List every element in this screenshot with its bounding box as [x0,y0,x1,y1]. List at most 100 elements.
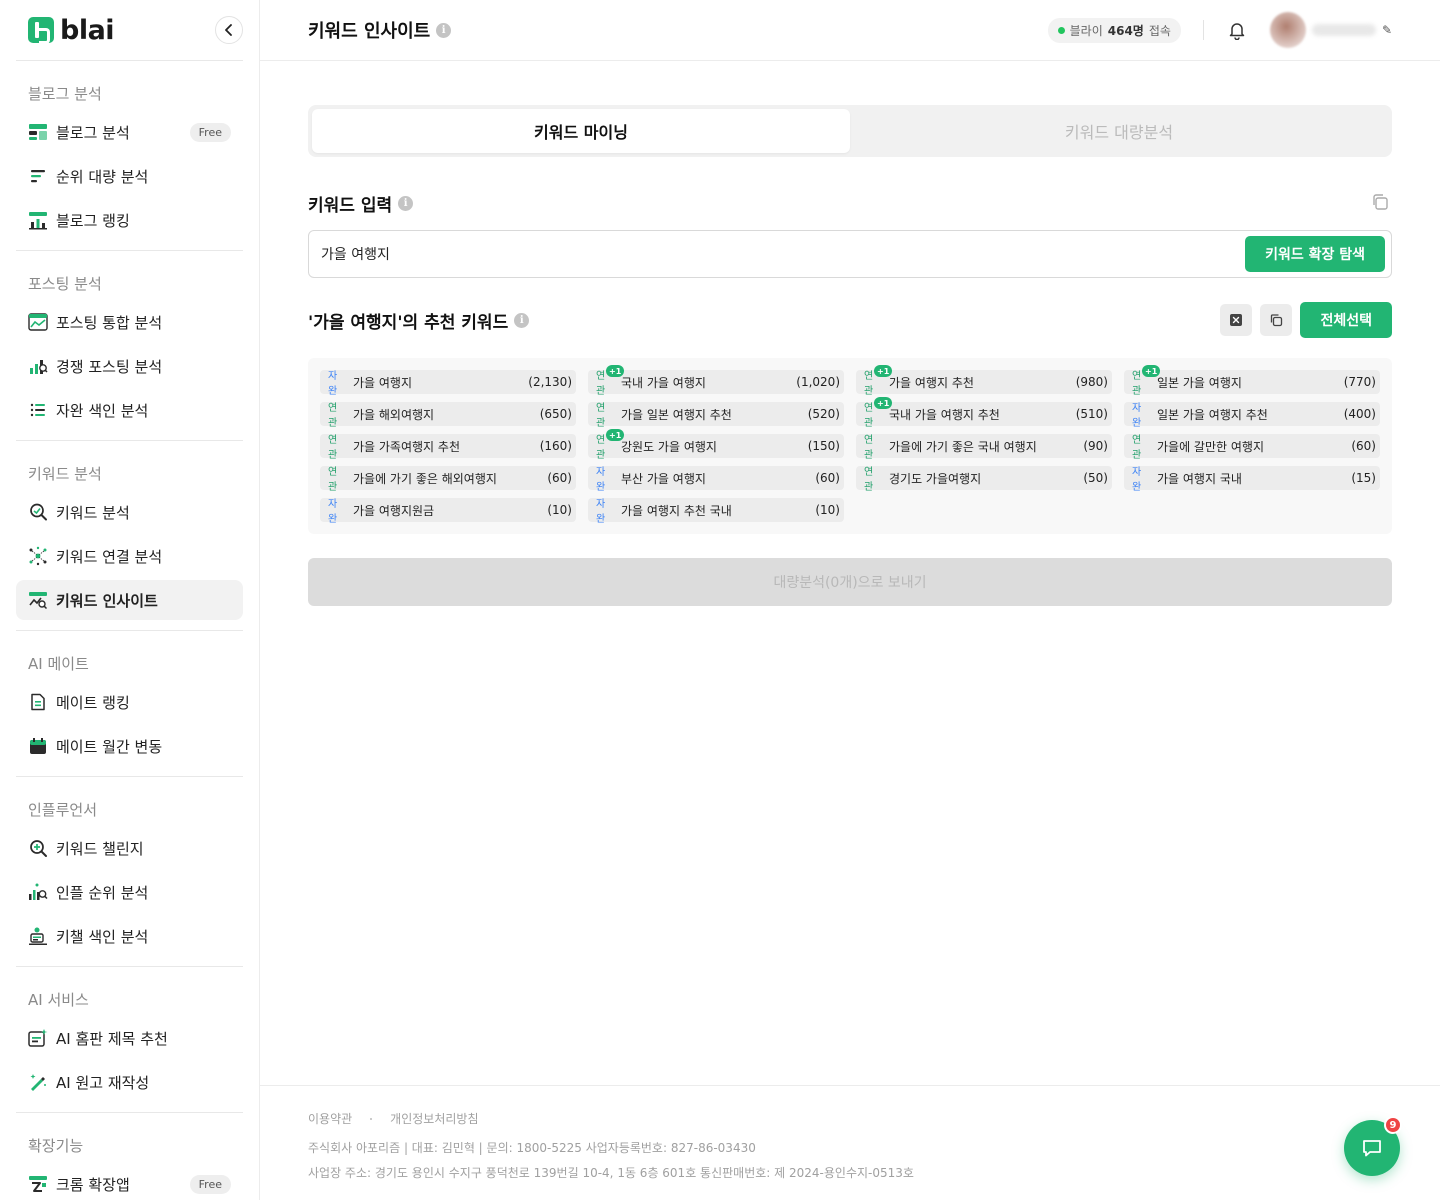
bell-icon [1229,23,1245,40]
keyword-chip[interactable]: 연관 가을에 가기 좋은 국내 여행지 (90) [856,434,1112,461]
sidebar-item-label: 블로그 분석 [56,123,130,142]
sidebar-item[interactable]: 키워드 인사이트 [16,580,243,620]
notification-button[interactable] [1226,19,1248,41]
company-info: 주식회사 아포리즘 | 대표: 김민혁 | 문의: 1800-5225 사업자등… [308,1141,756,1155]
keyword-chip[interactable]: 연관 가을에 갈만한 여행지 (60) [1124,434,1380,461]
tab-keyword-mining[interactable]: 키워드 마이닝 [312,109,850,153]
keyword-chip[interactable]: 자완 가을 여행지 국내 (15) [1124,466,1380,493]
sidebar-item-label: AI 홈판 제목 추천 [56,1029,168,1048]
sidebar-item-label: AI 원고 재작성 [56,1073,150,1092]
keyword-chip[interactable]: 연관 가을에 가기 좋은 해외여행지 (60) [320,466,576,493]
keyword-count: (10) [815,503,840,517]
keyword-source-tag: 자완 [328,371,338,397]
sidebar-item[interactable]: 블로그 랭킹 [16,200,243,240]
magic-pen-icon [28,1072,48,1092]
bars-icon [28,166,48,186]
keyword-count: (1,020) [796,375,840,389]
info-icon[interactable]: i [436,22,452,38]
keyword-count: (400) [1343,407,1376,421]
privacy-link[interactable]: 개인정보처리방침 [390,1110,478,1127]
keyword-chip[interactable]: 연관 가을 해외여행지 (650) [320,402,576,429]
index-person-icon [28,926,48,946]
sidebar-item[interactable]: 블로그 분석 Free [16,112,243,152]
recommend-header: '가을 여행지'의 추천 키워드 i 전체선택 [308,302,1392,338]
keyword-chip[interactable]: 연관 +1 국내 가을 여행지 추천 (510) [856,397,1112,429]
chat-button[interactable]: 9 [1344,1116,1402,1176]
sidebar-item[interactable]: 자완 색인 분석 [16,390,243,430]
brand-logo[interactable]: blai [28,15,115,46]
sidebar-item-label: 자완 색인 분석 [56,401,149,420]
sidebar-item-label: 키워드 연결 분석 [56,547,163,566]
sidebar-item[interactable]: 키챌 색인 분석 [16,916,243,956]
copy-keywords-button[interactable] [1260,304,1293,336]
blog-analysis-icon [28,122,48,142]
sidebar-item[interactable]: AI 홈판 제목 추천 [16,1018,243,1058]
sidebar-item-label: 키워드 분석 [56,503,130,522]
keyword-chip[interactable]: 연관 +1 가을 여행지 추천 (980) [856,365,1112,397]
keyword-chip[interactable]: 연관 +1 국내 가을 여행지 (1,020) [588,365,844,397]
chart-window-icon [28,312,48,332]
keyword-chip[interactable]: 자완 부산 가을 여행지 (60) [588,466,844,493]
keyword-source-tag: 자완 [596,467,606,493]
sidebar-item[interactable]: 순위 대량 분석 [16,156,243,196]
page-title: 키워드 인사이트 i [308,17,452,43]
keyword-input-title: 키워드 입력 i [308,191,414,216]
keyword-chip[interactable]: 자완 가을 여행지 (2,130) [320,370,576,397]
sidebar-item[interactable]: 메이트 월간 변동 [16,726,243,766]
footer-links: 이용약관 개인정보처리방침 [308,1110,1392,1127]
footer-separator [370,1117,373,1120]
sidebar-item[interactable]: 키워드 분석 [16,492,243,532]
sidebar-item[interactable]: 경쟁 포스팅 분석 [16,346,243,386]
keyword-chip[interactable]: 연관 +1 일본 가을 여행지 (770) [1124,365,1380,397]
sidebar-item[interactable]: 키워드 연결 분석 [16,536,243,576]
pencil-icon[interactable]: ✎ [1382,23,1392,37]
keyword-text: 일본 가을 여행지 [1157,375,1242,390]
sidebar-item[interactable]: 키워드 챌린지 [16,828,243,868]
keyword-chip[interactable]: 연관 +1 강원도 가을 여행지 (150) [588,429,844,461]
blai-logo-icon [28,17,54,44]
keyword-source-tag: 자완 [1132,467,1142,493]
keyword-chip[interactable]: 연관 경기도 가을여행지 (50) [856,466,1112,493]
chevron-left-icon [225,24,232,36]
online-suffix: 접속 [1148,23,1171,38]
mode-tabs: 키워드 마이닝 키워드 대량분석 [308,105,1392,157]
terms-link[interactable]: 이용약관 [308,1110,352,1127]
sidebar-item-label: 키챌 색인 분석 [56,927,149,946]
keyword-count: (60) [1351,439,1376,453]
profile-menu[interactable]: ✎ [1269,12,1392,48]
keyword-expand-search-button[interactable]: 키워드 확장 탐색 [1245,236,1385,272]
keyword-chip[interactable]: 연관 가을 일본 여행지 추천 (520) [588,402,844,429]
keyword-chip[interactable]: 자완 가을 여행지 추천 국내 (10) [588,498,844,525]
info-icon[interactable]: i [514,312,530,328]
sidebar-item[interactable]: 크롬 확장앱 Free [16,1164,243,1200]
keyword-input[interactable] [321,246,1246,262]
keyword-chip[interactable]: 자완 가을 여행지원금 (10) [320,498,576,525]
keyword-count: (60) [815,471,840,485]
excel-download-button[interactable] [1220,304,1253,336]
keyword-source-tag: 연관 [1132,435,1142,461]
sidebar-item[interactable]: 메이트 랭킹 [16,682,243,722]
keyword-chip[interactable]: 연관 가을 가족여행지 추천 (160) [320,434,576,461]
copy-button[interactable] [1370,192,1392,214]
title-window-icon [28,1028,48,1048]
tab-keyword-bulk-analysis[interactable]: 키워드 대량분석 [850,109,1388,153]
info-icon[interactable]: i [398,195,414,211]
keyword-count: (10) [547,503,572,517]
copy-icon [1271,314,1283,327]
sidebar: blai 블로그 분석 블로그 분석 Free 순위 대량 분석 블로그 랭킹 포스팅 분… [0,0,260,1200]
network-icon [28,546,48,566]
insight-icon [28,590,48,610]
sidebar-item[interactable]: 인플 순위 분석 [16,872,243,912]
sidebar-item[interactable]: 포스팅 통합 분석 [16,302,243,342]
send-to-bulk-analysis-button[interactable]: 대량분석(0개)으로 보내기 [308,558,1392,606]
sidebar-collapse-button[interactable] [215,16,243,44]
sidebar-item-label: 키워드 인사이트 [56,591,158,610]
company-address: 사업장 주소: 경기도 용인시 수지구 풍덕천로 139번길 10-4, 1동 … [308,1166,914,1180]
sidebar-item-label: 키워드 챌린지 [56,839,144,858]
excel-icon [1230,314,1243,326]
chat-unread-badge: 9 [1384,1116,1402,1134]
topbar-right: 블라이 464명 접속 ✎ [1047,12,1392,48]
keyword-chip[interactable]: 자완 일본 가을 여행지 추천 (400) [1124,402,1380,429]
sidebar-item[interactable]: AI 원고 재작성 [16,1062,243,1102]
select-all-button[interactable]: 전체선택 [1300,302,1392,338]
